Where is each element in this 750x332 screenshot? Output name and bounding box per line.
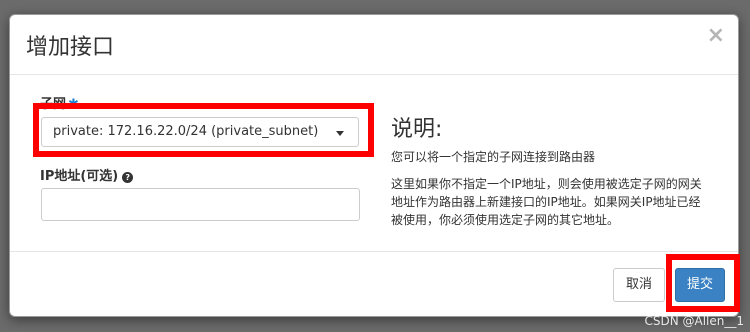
submit-button[interactable]: 提交 xyxy=(675,268,725,302)
description-line-2: 这里如果你不指定一个IP地址，则会使用被选定子网的网关地址作为路由器上新建接口的… xyxy=(391,177,702,227)
subnet-select-value: private: 172.16.22.0/24 (private_subnet) xyxy=(53,124,319,139)
cancel-button[interactable]: 取消 xyxy=(613,268,665,302)
close-icon[interactable]: × xyxy=(707,25,725,47)
dialog-title: 增加接口 xyxy=(26,35,115,60)
dialog-header: 增加接口 × xyxy=(10,15,738,75)
watermark: CSDN @Allen__1 xyxy=(644,314,744,328)
subnet-select[interactable]: private: 172.16.22.0/24 (private_subnet) xyxy=(41,117,359,147)
description-title: 说明: xyxy=(391,117,443,142)
caret-down-icon xyxy=(336,131,344,136)
add-interface-dialog: 增加接口 × 子网 ✱ private: 172.16.22.0/24 (priv… xyxy=(9,14,740,317)
ip-address-label: IP地址(可选)? xyxy=(40,165,134,184)
ip-address-input[interactable] xyxy=(41,188,360,221)
ip-address-label-text: IP地址(可选) xyxy=(40,169,119,184)
question-circle-icon[interactable]: ? xyxy=(122,172,134,183)
dialog-footer-divider xyxy=(10,251,738,252)
description-line-1: 您可以将一个指定的子网连接到路由器 xyxy=(391,150,596,164)
